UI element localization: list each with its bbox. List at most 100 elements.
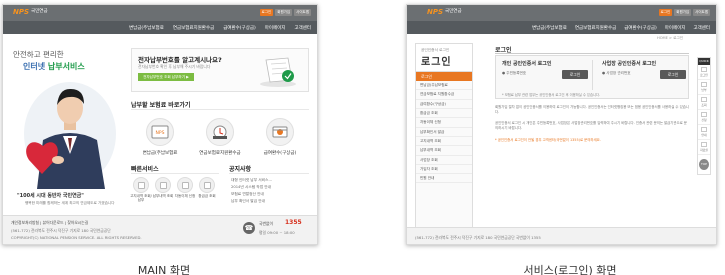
util-login[interactable]: 로그인 bbox=[658, 9, 673, 16]
login-guide-paragraph: 공인인증서 로그인 시 개인은 주민등록번호, 사업장은 사업장관리번호를 입력… bbox=[495, 121, 687, 130]
login-footer: (561-772) 전라북도 전주시 덕진구 기지로 180 국민연금공단 국번… bbox=[407, 227, 716, 244]
comparison-figure: NPS 국민연금 로그인 회원가입 사이트맵 변납금(주납보험료 연금보험료지원… bbox=[0, 0, 725, 275]
personal-login-button[interactable]: 로그인 bbox=[562, 70, 588, 79]
nav-item[interactable]: 급여환수(구상금) bbox=[223, 25, 256, 31]
nps-logo[interactable]: NPS 국민연금 bbox=[427, 8, 462, 16]
side-item[interactable]: 자동이체 신청 bbox=[416, 118, 472, 128]
quick-menu-item[interactable]: 납부 bbox=[698, 80, 710, 95]
side-menu: 공인인증서 로그인 로그인 로그인 변납금(주납보험료 연금보험료 지원환수금 … bbox=[415, 43, 473, 241]
footer-link[interactable]: 찾아오시는길 bbox=[67, 220, 88, 225]
fast-service-icon[interactable] bbox=[177, 177, 193, 193]
quick-pay-title: 납부할 보험료 바로가기 bbox=[131, 102, 191, 109]
quick-menu: QUICK 로그인 납부 조회 신청 안내 자료실 TOP bbox=[697, 57, 711, 175]
login-guide-emphasis: * 공인인증서 로그인이 안될 경우 고객센터(국번없이 1355)로 문의하세… bbox=[495, 138, 601, 142]
main-screen-screenshot: NPS 국민연금 로그인 회원가입 사이트맵 변납금(주납보험료 연금보험료지원… bbox=[2, 4, 318, 245]
hero-subtitle: 행복한 미래를 함께하는 세계 최고의 연금제도로 가겠습니다 bbox=[25, 201, 115, 205]
util-links: 로그인 회원가입 사이트맵 bbox=[259, 9, 311, 16]
quick-pay-label[interactable]: 급여환수(구상금) bbox=[250, 150, 310, 156]
divider bbox=[592, 60, 593, 90]
e-payment-title: 전자납부번호를 알고계시나요? bbox=[138, 56, 222, 64]
e-payment-number-box: 전자납부번호를 알고계시나요? 전자납부번호 확인 후 납부해 주시기 바랍니다… bbox=[131, 48, 309, 92]
nav-item[interactable]: 마이페이지 bbox=[265, 25, 286, 31]
hero-line1: 안전하고 편리한 bbox=[13, 50, 64, 59]
benefit-recovery-icon[interactable] bbox=[266, 118, 294, 146]
fast-service-label[interactable]: 자동이체 신청 bbox=[174, 194, 196, 198]
fast-service-label[interactable]: 납부내역 조회 bbox=[152, 194, 174, 198]
side-item[interactable]: 고지내역 조회 bbox=[416, 137, 472, 147]
notice-item[interactable]: 보험료 연말정산 안내 bbox=[231, 192, 264, 197]
nav-item[interactable]: 변납금(주납보험료 bbox=[532, 25, 567, 31]
scroll-top-button[interactable]: TOP bbox=[699, 159, 709, 170]
hero-area: 안전하고 편리한 인터넷 납부서비스 "100세 시대 동반자 국민연금" 행복… bbox=[3, 34, 317, 214]
notice-item[interactable]: 대형 인터넷 납부 서비스... bbox=[231, 178, 272, 183]
support-refund-icon[interactable] bbox=[206, 118, 234, 146]
main-footer: 개인정보처리방침 | 뷰어다운로드 | 찾아오시는길 (561-772) 전라북… bbox=[3, 215, 317, 244]
footer-link[interactable]: 개인정보처리방침 bbox=[11, 220, 39, 225]
quick-pay-label[interactable]: 연금보험료지원환수금 bbox=[190, 150, 250, 156]
certificate-login-box: 개인 공인인증서 로그인 ● 주민등록번호 로그인 사업장 공인인증서 로그인 … bbox=[495, 55, 689, 99]
util-login[interactable]: 로그인 bbox=[259, 9, 274, 16]
side-item[interactable]: 납부확인서 발급 bbox=[416, 128, 472, 137]
logo-org: 국민연금 bbox=[31, 8, 48, 14]
breadcrumb: HOME > 로그인 bbox=[657, 36, 684, 40]
util-sitemap[interactable]: 사이트맵 bbox=[294, 9, 311, 16]
quick-menu-item[interactable]: 조회 bbox=[698, 95, 710, 110]
call-label: 국번없이 bbox=[259, 221, 273, 226]
nav-item[interactable]: 급여환수(구상금) bbox=[624, 25, 657, 31]
logo-mark: NPS bbox=[427, 8, 444, 16]
footer-links: 개인정보처리방침 | 뷰어다운로드 | 찾아오시는길 bbox=[11, 220, 89, 225]
quick-pay-label[interactable]: 변납금(주납보험료 bbox=[130, 150, 190, 156]
side-item[interactable]: 가입자 조회 bbox=[416, 165, 472, 175]
login-note: * 보험료 납부 관련 업무는 공인인증서 로그인 후 이용하실 수 있습니다. bbox=[502, 93, 601, 97]
notice-title: 공지사항 bbox=[229, 166, 252, 173]
caption-service: 서비스(로그인) 화면 bbox=[523, 264, 617, 275]
footer-copyright: COPYRIGHT(C) NATIONAL PENSION SERVICE. A… bbox=[11, 235, 142, 240]
quick-menu-item[interactable]: 안내 bbox=[698, 125, 710, 140]
quick-menu-title: QUICK bbox=[698, 58, 710, 65]
phone-icon: ☎ bbox=[243, 222, 255, 234]
side-item[interactable]: 연금보험료 지원환수금 bbox=[416, 90, 472, 100]
nav-item[interactable]: 마이페이지 bbox=[665, 25, 686, 31]
call-hours: 평일 09:00 ~ 18:00 bbox=[259, 230, 295, 235]
business-login-title: 사업장 공인인증서 로그인 bbox=[602, 61, 657, 67]
e-payment-lookup-button[interactable]: 전자납부번호 조회 납부하기 ▶ bbox=[138, 73, 194, 81]
nps-logo[interactable]: NPS 국민연금 bbox=[13, 8, 48, 16]
util-join[interactable]: 회원가입 bbox=[275, 9, 293, 16]
notice-item[interactable]: 2014년 시스템 작업 안내 bbox=[231, 185, 271, 190]
fast-service-icon[interactable] bbox=[199, 177, 215, 193]
side-item[interactable]: 급여환수(구상금) bbox=[416, 100, 472, 109]
side-item[interactable]: 납부내역 조회 bbox=[416, 146, 472, 156]
nav-item[interactable]: 변납금(주납보험료 bbox=[129, 25, 164, 31]
nav-item[interactable]: 고객센터 bbox=[693, 25, 710, 31]
footer-link[interactable]: 뷰어다운로드 bbox=[43, 220, 64, 225]
fast-service-icon[interactable] bbox=[133, 177, 149, 193]
footer-address: (561-772) 전라북도 전주시 덕진구 기지로 180 국민연금공단 bbox=[11, 228, 111, 233]
main-nav: 변납금(주납보험료 연금보험료지원환수금 급여환수(구상금) 마이페이지 고객센… bbox=[407, 21, 716, 34]
fast-service-label[interactable]: 고지내역 조회/납부 bbox=[130, 194, 152, 202]
pension-premium-icon[interactable]: NPS bbox=[146, 118, 174, 146]
svg-text:NPS: NPS bbox=[156, 130, 165, 136]
quick-menu-item[interactable]: 로그인 bbox=[698, 65, 710, 80]
nav-item[interactable]: 연금보험료지원환수금 bbox=[575, 25, 616, 31]
side-item[interactable]: 변납금(주납보험료 bbox=[416, 81, 472, 91]
nav-item[interactable]: 고객센터 bbox=[294, 25, 311, 31]
side-item[interactable]: 사업장 조회 bbox=[416, 156, 472, 165]
util-join[interactable]: 회원가입 bbox=[674, 9, 692, 16]
fast-service-icon[interactable] bbox=[155, 177, 171, 193]
business-login-button[interactable]: 로그인 bbox=[660, 70, 686, 79]
util-sitemap[interactable]: 사이트맵 bbox=[693, 9, 710, 16]
side-menu-header: 공인인증서 로그인 로그인 bbox=[416, 44, 472, 72]
divider bbox=[131, 173, 219, 174]
fast-service-label[interactable]: 환급금 조회 bbox=[196, 194, 218, 198]
logo-mark: NPS bbox=[13, 8, 30, 16]
spokesperson-image bbox=[24, 82, 116, 189]
hero-line2: 인터넷 납부서비스 bbox=[23, 62, 85, 71]
nav-item[interactable]: 연금보험료지원환수금 bbox=[173, 25, 214, 31]
notice-item[interactable]: 납부 확인서 발급 안내 bbox=[231, 199, 265, 204]
side-item[interactable]: 환급금 조회 bbox=[416, 109, 472, 119]
side-item[interactable]: 민원 안내 bbox=[416, 174, 472, 184]
quick-menu-item[interactable]: 신청 bbox=[698, 110, 710, 125]
side-item-login-active[interactable]: 로그인 bbox=[416, 72, 472, 81]
divider bbox=[229, 173, 309, 174]
quick-menu-item[interactable]: 자료실 bbox=[698, 140, 710, 155]
